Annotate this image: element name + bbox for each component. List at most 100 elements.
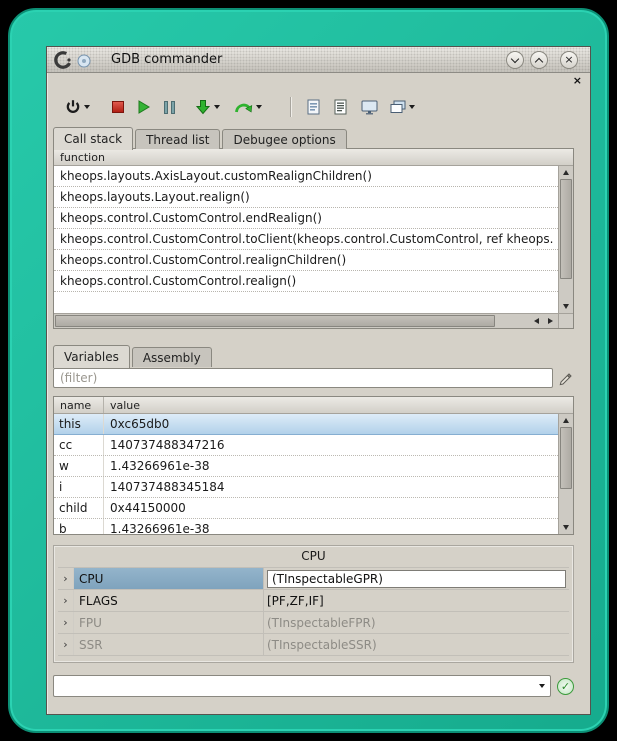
cpu-row-name[interactable]: CPU xyxy=(74,568,264,589)
filter-pen-icon[interactable] xyxy=(558,371,574,386)
middle-tabs: Variables Assembly xyxy=(53,343,214,367)
arrow-right-icon xyxy=(548,318,553,324)
monitor-button[interactable] xyxy=(359,94,380,120)
tab-variables[interactable]: Variables xyxy=(53,345,130,368)
scroll-up-button[interactable] xyxy=(559,166,573,179)
scroll-down-button[interactable] xyxy=(559,521,573,534)
dropdown-arrow-icon xyxy=(84,105,90,109)
dock-close-button[interactable]: × xyxy=(573,74,582,87)
continue-button[interactable] xyxy=(134,94,153,120)
tab-thread-list[interactable]: Thread list xyxy=(135,129,220,149)
list-icon xyxy=(334,99,347,115)
monitor-icon xyxy=(361,100,378,115)
chevron-up-icon xyxy=(535,57,543,65)
arrow-up-icon xyxy=(563,418,569,423)
command-row: ✓ xyxy=(53,675,574,697)
power-button[interactable] xyxy=(63,94,92,120)
close-window-button[interactable]: × xyxy=(560,51,578,69)
instruction-list-button[interactable] xyxy=(332,94,349,120)
call-stack-row[interactable]: kheops.layouts.AxisLayout.customRealignC… xyxy=(54,166,558,187)
expander-icon[interactable]: › xyxy=(58,634,74,655)
cpu-group-title: CPU xyxy=(54,549,573,563)
cpu-grid-row[interactable]: › CPU (TInspectableGPR) xyxy=(58,568,569,590)
step-over-icon xyxy=(234,100,253,115)
variable-row[interactable]: b 1.43266961e-38 xyxy=(54,519,558,534)
variables-filter-row xyxy=(53,368,574,388)
variable-row[interactable]: w 1.43266961e-38 xyxy=(54,456,558,477)
cpu-row-value: [PF,ZF,IF] xyxy=(264,590,569,611)
windows-button[interactable] xyxy=(388,94,417,120)
cpu-row-name[interactable]: SSR xyxy=(74,634,264,655)
cpu-grid-row[interactable]: › SSR (TInspectableSSR) xyxy=(58,634,569,656)
vertical-scrollbar[interactable] xyxy=(558,414,573,534)
scroll-right-button[interactable] xyxy=(543,314,557,328)
app-icon xyxy=(53,50,73,70)
scrollbar-thumb[interactable] xyxy=(560,179,572,279)
tab-call-stack[interactable]: Call stack xyxy=(53,127,133,150)
decorative-teal-frame: GDB commander × × xyxy=(8,8,609,733)
call-stack-header: function xyxy=(54,149,573,166)
unshade-window-button[interactable] xyxy=(530,51,548,69)
toolbar-separator xyxy=(290,97,291,117)
call-stack-list: kheops.layouts.AxisLayout.customRealignC… xyxy=(54,166,558,313)
variable-value-cell: 0xc65db0 xyxy=(104,414,558,434)
scroll-down-button[interactable] xyxy=(559,300,573,313)
scroll-left-button[interactable] xyxy=(529,314,543,328)
pause-button[interactable] xyxy=(162,94,177,120)
variable-value-cell: 1.43266961e-38 xyxy=(104,456,558,476)
variable-name-cell: b xyxy=(54,519,104,534)
context-badge-icon xyxy=(77,53,91,67)
arrow-down-icon xyxy=(563,525,569,530)
scrollbar-thumb[interactable] xyxy=(560,427,572,489)
scroll-up-button[interactable] xyxy=(559,414,573,427)
cpu-grid-row[interactable]: › FPU (TInspectableFPR) xyxy=(58,612,569,634)
variable-value-cell: 1.43266961e-38 xyxy=(104,519,558,534)
windows-icon xyxy=(390,100,406,114)
name-column-header[interactable]: name xyxy=(54,397,104,413)
value-column-header[interactable]: value xyxy=(104,397,146,413)
vertical-scrollbar[interactable] xyxy=(558,166,573,313)
scrollbar-thumb[interactable] xyxy=(55,315,495,327)
send-command-button[interactable]: ✓ xyxy=(557,678,574,695)
variable-row[interactable]: cc 140737488347216 xyxy=(54,435,558,456)
cpu-groupbox: CPU › CPU (TInspectableGPR) › FLAGS [PF,… xyxy=(53,545,574,663)
cpu-value-editor[interactable]: (TInspectableGPR) xyxy=(267,570,566,588)
expander-icon[interactable]: › xyxy=(58,568,74,589)
arrow-left-icon xyxy=(534,318,539,324)
shade-window-button[interactable] xyxy=(506,51,524,69)
call-stack-row[interactable]: kheops.control.CustomControl.toClient(kh… xyxy=(54,229,558,250)
tab-debugee-options[interactable]: Debugee options xyxy=(222,129,346,149)
play-icon xyxy=(136,99,151,115)
call-stack-row[interactable]: kheops.control.CustomControl.realignChil… xyxy=(54,250,558,271)
command-input[interactable] xyxy=(56,677,530,695)
variable-row[interactable]: this 0xc65db0 xyxy=(54,414,558,435)
chevron-down-icon xyxy=(539,684,545,688)
titlebar[interactable]: GDB commander × xyxy=(47,47,590,73)
cpu-row-value: (TInspectableFPR) xyxy=(264,612,569,633)
arrow-down-icon xyxy=(563,304,569,309)
cpu-row-name[interactable]: FLAGS xyxy=(74,590,264,611)
screenshot-canvas: GDB commander × × xyxy=(0,0,617,741)
horizontal-scrollbar[interactable] xyxy=(54,313,558,328)
stop-button[interactable] xyxy=(110,94,126,120)
command-combobox[interactable] xyxy=(53,675,551,697)
source-doc-button[interactable] xyxy=(305,94,322,120)
variable-name-cell: this xyxy=(54,414,104,434)
variable-row[interactable]: child 0x44150000 xyxy=(54,498,558,519)
cpu-grid-row[interactable]: › FLAGS [PF,ZF,IF] xyxy=(58,590,569,612)
step-over-button[interactable] xyxy=(232,94,264,120)
variables-list: this 0xc65db0 cc 140737488347216 w 1.432… xyxy=(54,414,558,534)
step-into-button[interactable] xyxy=(193,94,222,120)
tab-assembly[interactable]: Assembly xyxy=(132,347,212,367)
dropdown-arrow-icon xyxy=(256,105,262,109)
combo-dropdown-button[interactable] xyxy=(532,678,548,694)
call-stack-row[interactable]: kheops.control.CustomControl.realign() xyxy=(54,271,558,292)
function-column-header[interactable]: function xyxy=(54,149,111,165)
expander-icon[interactable]: › xyxy=(58,612,74,633)
call-stack-row[interactable]: kheops.control.CustomControl.endRealign(… xyxy=(54,208,558,229)
expander-icon[interactable]: › xyxy=(58,590,74,611)
cpu-row-name[interactable]: FPU xyxy=(74,612,264,633)
variable-row[interactable]: i 140737488345184 xyxy=(54,477,558,498)
call-stack-row[interactable]: kheops.layouts.Layout.realign() xyxy=(54,187,558,208)
filter-input[interactable] xyxy=(53,368,553,388)
